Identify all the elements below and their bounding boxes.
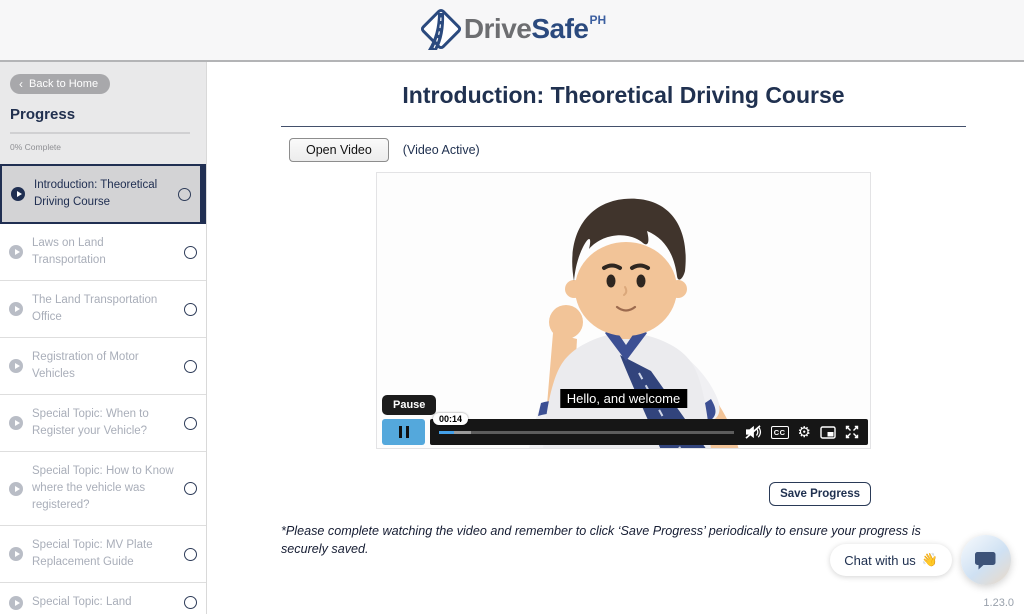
- volume-muted-icon: [744, 425, 762, 439]
- chat-with-us-label: Chat with us: [844, 553, 916, 568]
- video-active-status: (Video Active): [403, 143, 480, 157]
- progress-bar-track: [10, 132, 190, 134]
- video-control-icons: CC ⚙: [744, 424, 859, 440]
- completion-status-icon: [184, 482, 197, 495]
- video-caption: Hello, and welcome: [560, 389, 687, 408]
- sidebar-item-course[interactable]: Special Topic: MV Plate Replacement Guid…: [0, 526, 206, 583]
- title-divider: [281, 126, 966, 127]
- course-item-label: Introduction: Theoretical Driving Course: [34, 177, 169, 211]
- settings-button[interactable]: ⚙: [798, 424, 811, 440]
- main-content: Introduction: Theoretical Driving Course…: [207, 62, 1024, 614]
- play-icon: [9, 359, 23, 373]
- sidebar-item-course[interactable]: Special Topic: How to Know where the veh…: [0, 452, 206, 526]
- sidebar-item-course[interactable]: Special Topic: When to Register your Veh…: [0, 395, 206, 452]
- play-pause-button[interactable]: [382, 419, 425, 445]
- course-item-label: Special Topic: When to Register your Veh…: [32, 406, 175, 440]
- back-to-home-label: Back to Home: [29, 78, 98, 90]
- picture-in-picture-button[interactable]: [820, 424, 836, 440]
- completion-status-icon: [184, 303, 197, 316]
- play-icon: [9, 596, 23, 610]
- completion-status-icon: [178, 188, 191, 201]
- completion-status-icon: [184, 360, 197, 373]
- pause-icon: [399, 426, 402, 438]
- play-icon: [11, 187, 25, 201]
- course-item-label: The Land Transportation Office: [32, 292, 175, 326]
- play-icon: [9, 482, 23, 496]
- brand-ph-superscript: PH: [590, 13, 607, 27]
- pause-tooltip: Pause: [382, 395, 436, 415]
- play-icon: [9, 245, 23, 259]
- video-control-strip: CC ⚙: [430, 419, 868, 445]
- course-item-label: Special Topic: MV Plate Replacement Guid…: [32, 537, 175, 571]
- drivesafe-logo-icon: [418, 7, 464, 53]
- captions-button[interactable]: CC: [771, 424, 789, 440]
- fullscreen-icon: [845, 425, 859, 439]
- current-time-tooltip: 00:14: [433, 413, 468, 425]
- video-progress-fill: [439, 431, 454, 434]
- sidebar-item-course[interactable]: Registration of Motor Vehicles: [0, 338, 206, 395]
- course-item-label: Laws on Land Transportation: [32, 235, 175, 269]
- chat-launcher-button[interactable]: [961, 535, 1011, 585]
- play-icon: [9, 416, 23, 430]
- chevron-left-icon: ‹: [19, 78, 23, 90]
- app-version: 1.23.0: [983, 597, 1014, 609]
- progress-percentage: 0% Complete: [10, 142, 196, 152]
- progress-title: Progress: [10, 106, 196, 123]
- video-player[interactable]: Hello, and welcome Pause 00:14: [376, 172, 871, 449]
- fullscreen-button[interactable]: [845, 424, 859, 440]
- brand-drive: Drive: [464, 7, 532, 51]
- course-item-label: Special Topic: Land: [32, 594, 175, 611]
- course-item-label: Registration of Motor Vehicles: [32, 349, 175, 383]
- completion-status-icon: [184, 596, 197, 609]
- brand-safe: Safe: [531, 7, 588, 51]
- waving-hand-emoji: 👋: [922, 552, 938, 568]
- sidebar-item-course[interactable]: Introduction: Theoretical Driving Course: [0, 164, 206, 224]
- drivesafe-logo: Drive Safe PH: [418, 7, 606, 53]
- sidebar-item-course[interactable]: Laws on Land Transportation: [0, 224, 206, 281]
- completion-status-icon: [184, 246, 197, 259]
- mute-button[interactable]: [744, 424, 762, 440]
- save-progress-button[interactable]: Save Progress: [769, 482, 871, 506]
- sidebar-header: ‹ Back to Home Progress 0% Complete: [0, 62, 206, 164]
- back-to-home-button[interactable]: ‹ Back to Home: [10, 74, 110, 94]
- page-title: Introduction: Theoretical Driving Course: [281, 82, 966, 109]
- play-icon: [9, 547, 23, 561]
- picture-in-picture-icon: [820, 426, 836, 439]
- chat-widget: Chat with us 👋: [830, 535, 1011, 585]
- open-video-button[interactable]: Open Video: [289, 138, 389, 162]
- video-progress-bar[interactable]: [439, 431, 734, 434]
- sidebar-item-course[interactable]: Special Topic: Land: [0, 583, 206, 614]
- chat-bubble-icon: [975, 550, 997, 570]
- completion-status-icon: [184, 548, 197, 561]
- video-toolbar: Open Video (Video Active): [289, 138, 966, 162]
- course-item-label: Special Topic: How to Know where the veh…: [32, 463, 175, 514]
- play-icon: [9, 302, 23, 316]
- video-buffer-fill: [454, 431, 472, 434]
- save-progress-row: Save Progress: [376, 482, 871, 506]
- completion-status-icon: [184, 417, 197, 430]
- gear-icon: ⚙: [798, 425, 811, 440]
- sidebar: ‹ Back to Home Progress 0% Complete Intr…: [0, 62, 207, 614]
- app-header: Drive Safe PH: [0, 0, 1024, 62]
- chat-with-us-button[interactable]: Chat with us 👋: [830, 544, 952, 576]
- sidebar-item-course[interactable]: The Land Transportation Office: [0, 281, 206, 338]
- course-list: Introduction: Theoretical Driving Course…: [0, 164, 206, 614]
- cc-icon: CC: [771, 426, 789, 439]
